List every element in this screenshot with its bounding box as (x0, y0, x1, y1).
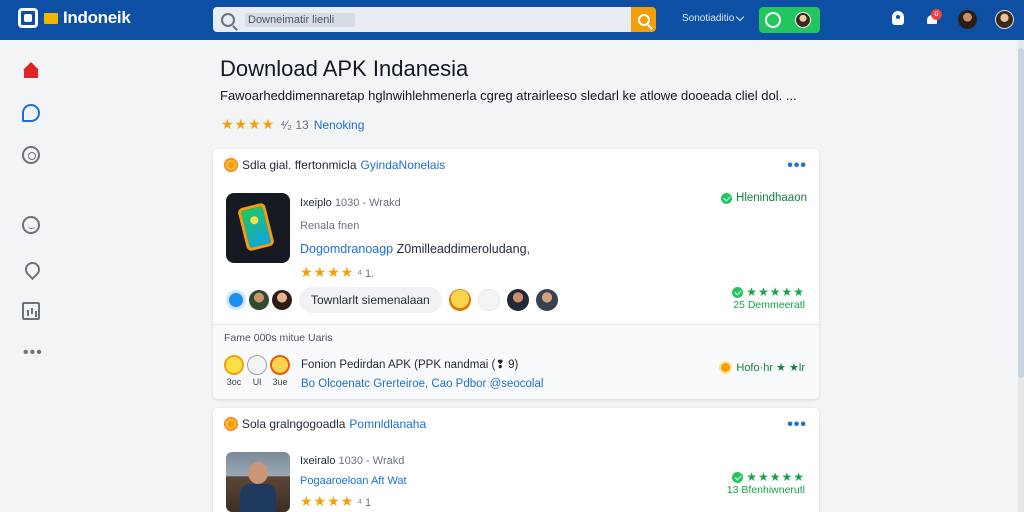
app-link[interactable]: Pogaaroeloan Aft Wat (300, 471, 407, 491)
app-name[interactable]: Ixeiplo (300, 197, 332, 209)
app-desc-link[interactable]: Dogomdranoagp (300, 242, 393, 256)
page-description: Fawoarheddimennaretap hglnwihlehmenerla … (220, 88, 797, 103)
language-label: Sonotiaditio (682, 13, 735, 24)
chat-icon[interactable] (22, 104, 40, 122)
avatar[interactable] (226, 290, 246, 310)
chevron-down-icon (736, 12, 745, 22)
avatar[interactable] (506, 289, 529, 311)
sub-section-title: Fame 000s mitue Uaris (224, 332, 333, 344)
rating-stars: ★★★★★ (746, 285, 805, 299)
category-prefix: Sola gralngogoadla (242, 417, 346, 431)
logo-icon (18, 8, 38, 28)
notification-badge: 0 (931, 9, 942, 20)
sidebar: ••• (10, 48, 52, 512)
sub-section-text: Fonion Pedirdan APK (PPK nandmai (❢ 9) B… (301, 356, 543, 394)
pin-icon[interactable] (22, 260, 40, 278)
app-name[interactable]: Ixeiralo (300, 455, 335, 467)
star-count: ⁴ 1 (357, 497, 372, 509)
emoji-reaction[interactable]: 3ue (270, 355, 290, 387)
app-meta: 1030 - Wrakd (338, 455, 405, 467)
card-header: Sola gralngogoadla Pomnldlanaha (224, 417, 426, 431)
face-outline-icon (247, 355, 267, 375)
avatar[interactable] (272, 290, 292, 310)
check-icon (732, 286, 744, 298)
category-icon (224, 417, 238, 431)
rocket-icon[interactable] (889, 10, 907, 28)
app-meta: 1030 - Wrakd (334, 197, 401, 209)
app-thumbnail[interactable] (226, 452, 290, 512)
emoji-reaction[interactable]: Ul (247, 355, 267, 387)
rating-summary: ★★★★★ 25 Demmeeratl (732, 285, 805, 311)
laugh-icon (270, 355, 290, 375)
emoji-reaction[interactable]: 3oc (224, 355, 244, 387)
more-options-icon[interactable]: ••• (787, 157, 807, 175)
app-subtitle: Renala fnen (300, 220, 360, 232)
status-badge: Hlenindhaaon (721, 192, 807, 204)
rating-stars: ★★★★★ (746, 470, 805, 484)
star-rating-icon: ★★★★ (221, 116, 276, 132)
participants-row: Townlarlt siemenalaan (226, 287, 558, 313)
avatar (795, 12, 811, 28)
whatsapp-button[interactable] (759, 7, 820, 33)
search-input[interactable] (245, 12, 355, 27)
app-icon[interactable] (226, 193, 290, 263)
app-desc: Z0milleaddimeroludang, (396, 242, 531, 256)
flag-icon (44, 12, 58, 24)
sub-status-badge: Hofo·hr ★ ★lr (719, 361, 805, 374)
category-prefix: Sdla gial. ffertonmicla (242, 158, 357, 172)
smile-icon[interactable] (22, 216, 40, 234)
avatar[interactable] (249, 290, 269, 310)
page-title: Download APK Indanesia (220, 56, 469, 81)
scrollbar-thumb[interactable] (1018, 48, 1024, 378)
rating-label: 25 Demmeeratl (733, 299, 805, 311)
rating-summary: ★★★★★ 13 Bfenhiwnerutl (727, 470, 805, 496)
star-count: ⁴ 1. (357, 268, 375, 280)
page-rating: ★★★★ ⁴⁄₂ 13 Nenoking (221, 116, 364, 133)
app-info: Ixeiplo 1030 - Wrakd Renala fnen Dogomdr… (300, 192, 530, 286)
sub-status-label: Hofo·hr ★ ★lr (736, 362, 805, 374)
brand-name: Indoneik (63, 8, 131, 27)
emoji-avatar[interactable] (448, 289, 471, 311)
brand[interactable]: Indoneik (18, 8, 131, 28)
rating-count: ⁴⁄₂ 13 (280, 117, 309, 132)
sub-line-1: Fonion Pedirdan APK (PPK nandmai (❢ 9) (301, 359, 519, 371)
download-pill-button[interactable]: Townlarlt siemenalaan (299, 287, 442, 313)
status-dot-icon (719, 361, 733, 374)
avatar[interactable] (477, 289, 500, 311)
status-label: Hlenindhaaon (736, 192, 807, 204)
user-avatar[interactable] (958, 10, 977, 29)
check-icon (732, 471, 744, 483)
category-icon (224, 158, 238, 172)
phone-icon (237, 202, 275, 252)
star-rating-icon: ★★★★ (300, 493, 355, 509)
star-rating-icon: ★★★★ (300, 264, 355, 280)
search-icon (221, 12, 235, 27)
rating-label: 13 Bfenhiwnerutl (726, 484, 805, 496)
profile-avatar[interactable] (995, 10, 1014, 29)
search-button[interactable] (631, 7, 656, 32)
category-link[interactable]: Pomnldlanaha (349, 417, 426, 431)
app-info: Ixeiralo 1030 - Wrakd Pogaaroeloan Aft W… (300, 451, 407, 512)
chart-icon[interactable] (22, 302, 40, 320)
avatar[interactable] (535, 289, 558, 311)
more-icon[interactable]: ••• (23, 344, 43, 362)
check-icon (721, 192, 733, 204)
card-header: Sdla gial. ffertonmicla GyindaNonelais (224, 158, 445, 172)
rating-link[interactable]: Nenoking (314, 118, 365, 132)
target-icon[interactable] (22, 146, 40, 164)
sub-line-2-link[interactable]: Bo Olcoenatc Grerteiroe, Cao Pdbor @seoc… (301, 375, 543, 394)
home-icon[interactable] (22, 62, 40, 80)
more-options-icon[interactable]: ••• (787, 416, 807, 434)
app-card: Sola gralngogoadla Pomnldlanaha ••• Ixei… (213, 408, 819, 512)
app-card: Sdla gial. ffertonmicla GyindaNonelais •… (213, 149, 819, 399)
grin-icon (224, 355, 244, 375)
language-selector[interactable]: Sonotiaditio (682, 12, 745, 24)
search-icon (637, 13, 650, 26)
category-link[interactable]: GyindaNonelais (361, 158, 446, 172)
whatsapp-icon (765, 12, 781, 28)
search-bar[interactable] (213, 7, 631, 32)
